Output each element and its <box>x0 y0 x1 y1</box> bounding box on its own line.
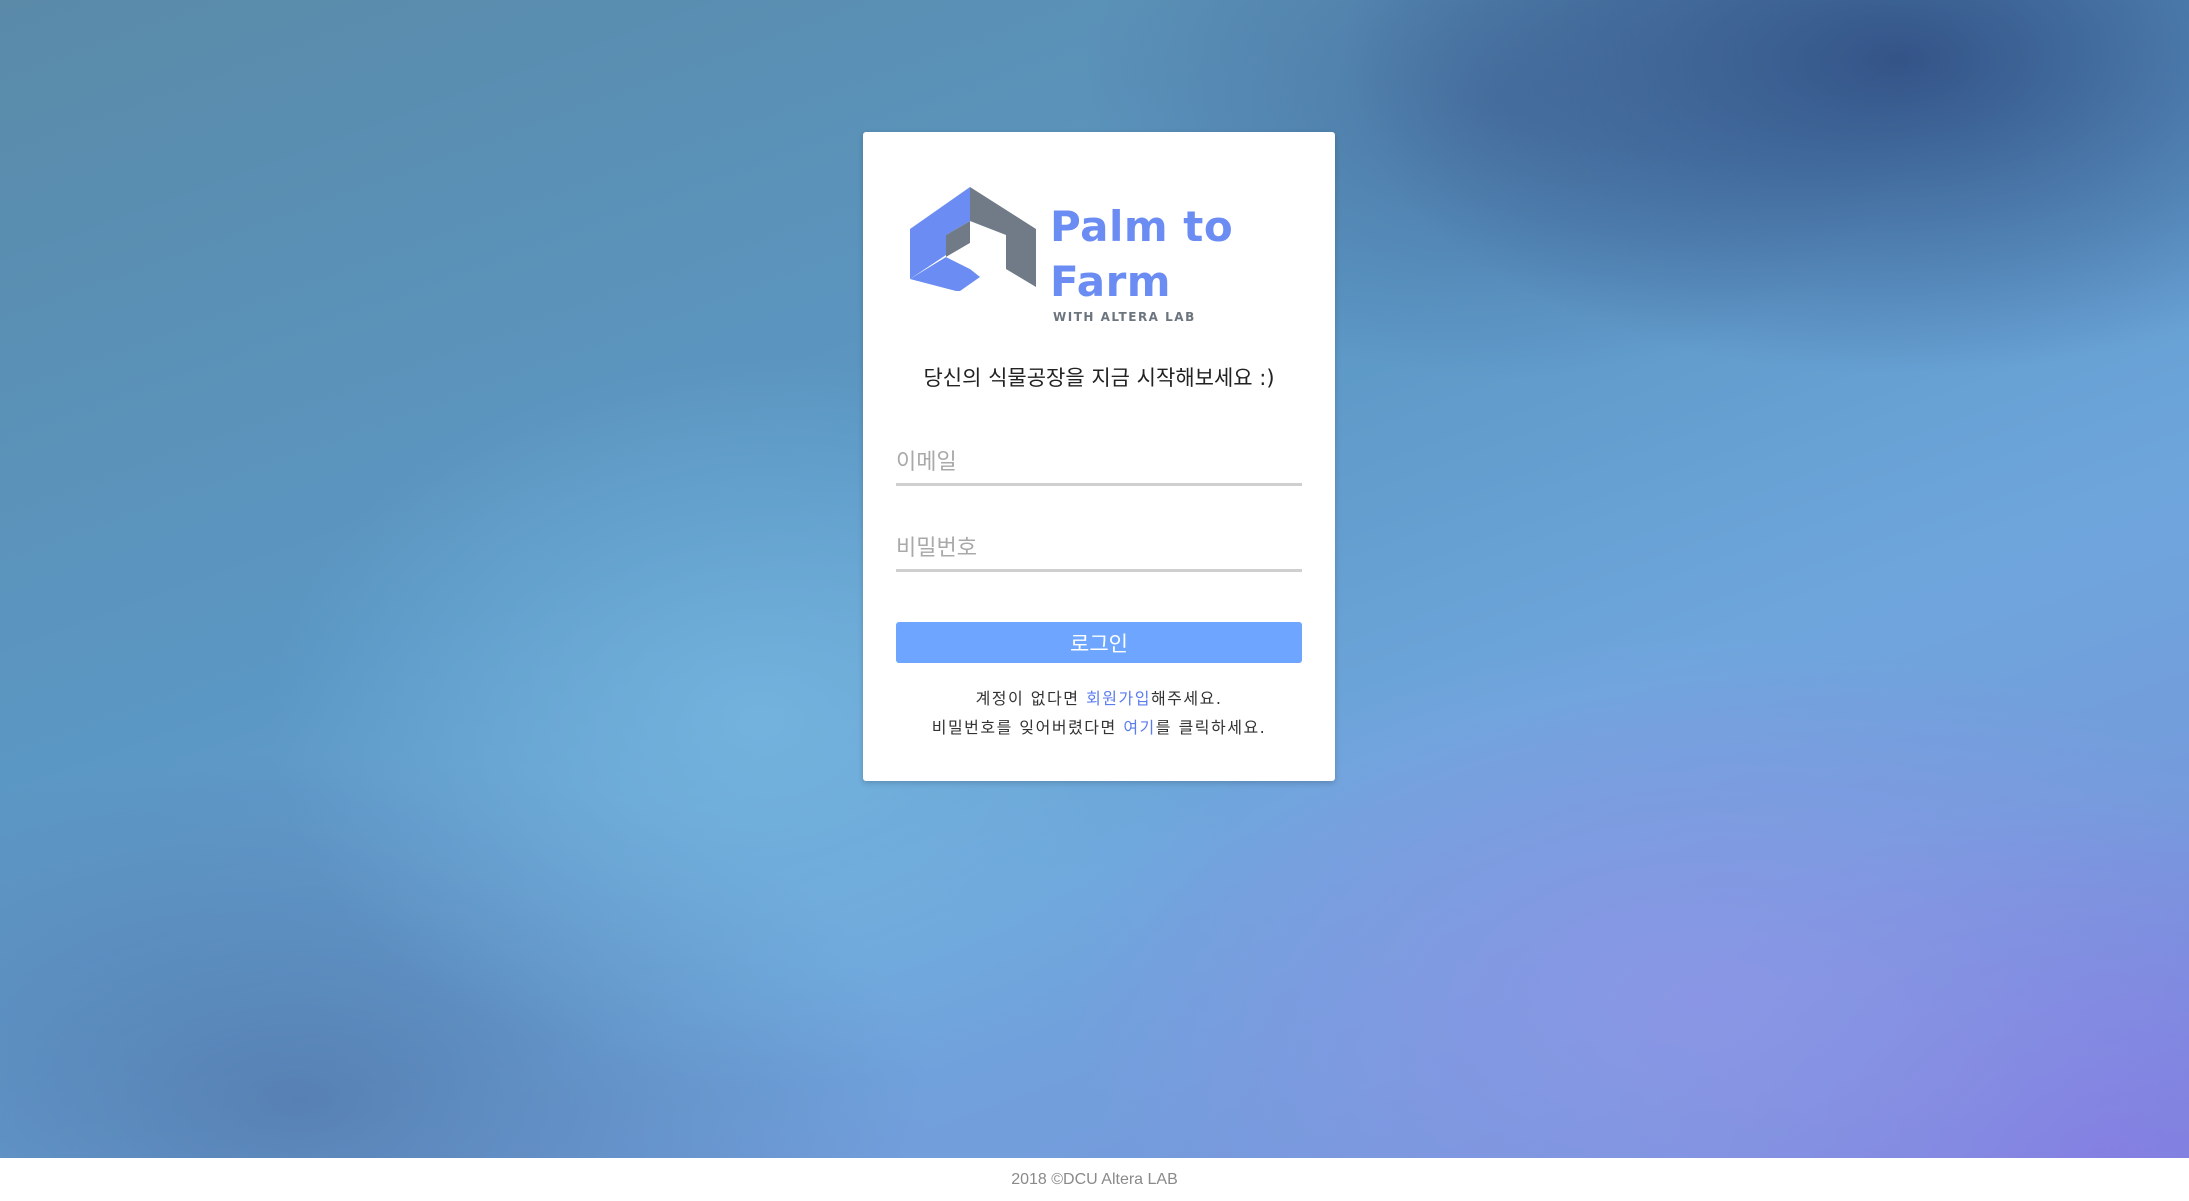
signup-link[interactable]: 회원가입 <box>1086 689 1151 708</box>
tagline: 당신의 식물공장을 지금 시작해보세요 :) <box>923 366 1275 390</box>
brand-subtitle: WITH ALTERA LAB <box>1053 310 1196 324</box>
email-input[interactable] <box>896 434 1302 483</box>
login-button[interactable]: 로그인 <box>896 622 1302 663</box>
footer-copyright: 2018 ©DCU Altera LAB <box>1011 1171 1178 1188</box>
signup-hint: 계정이 없다면 회원가입해주세요. <box>863 685 1335 709</box>
signup-suffix: 해주세요. <box>1150 689 1223 708</box>
forgot-password-hint: 비밀번호를 잊어버렸다면 여기를 클릭하세요. <box>863 714 1335 738</box>
cube-logo-icon <box>910 187 1036 291</box>
login-card: Palm to Farm WITH ALTERA LAB 당신의 식물공장을 지… <box>863 132 1335 781</box>
password-field-wrapper <box>896 520 1302 572</box>
forgot-suffix: 를 클릭하세요. <box>1155 718 1267 737</box>
email-field-wrapper <box>896 434 1302 486</box>
signup-prefix: 계정이 없다면 <box>975 689 1087 708</box>
forgot-prefix: 비밀번호를 잊어버렸다면 <box>931 718 1124 737</box>
password-input[interactable] <box>896 520 1302 569</box>
brand-title: Palm to Farm <box>1050 199 1233 309</box>
brand-title-line2: Farm <box>1050 257 1172 306</box>
brand-logo: Palm to Farm WITH ALTERA LAB <box>910 187 1250 327</box>
forgot-password-link[interactable]: 여기 <box>1123 718 1155 737</box>
brand-title-line1: Palm to <box>1050 202 1234 251</box>
footer: 2018 ©DCU Altera LAB <box>0 1158 2189 1201</box>
